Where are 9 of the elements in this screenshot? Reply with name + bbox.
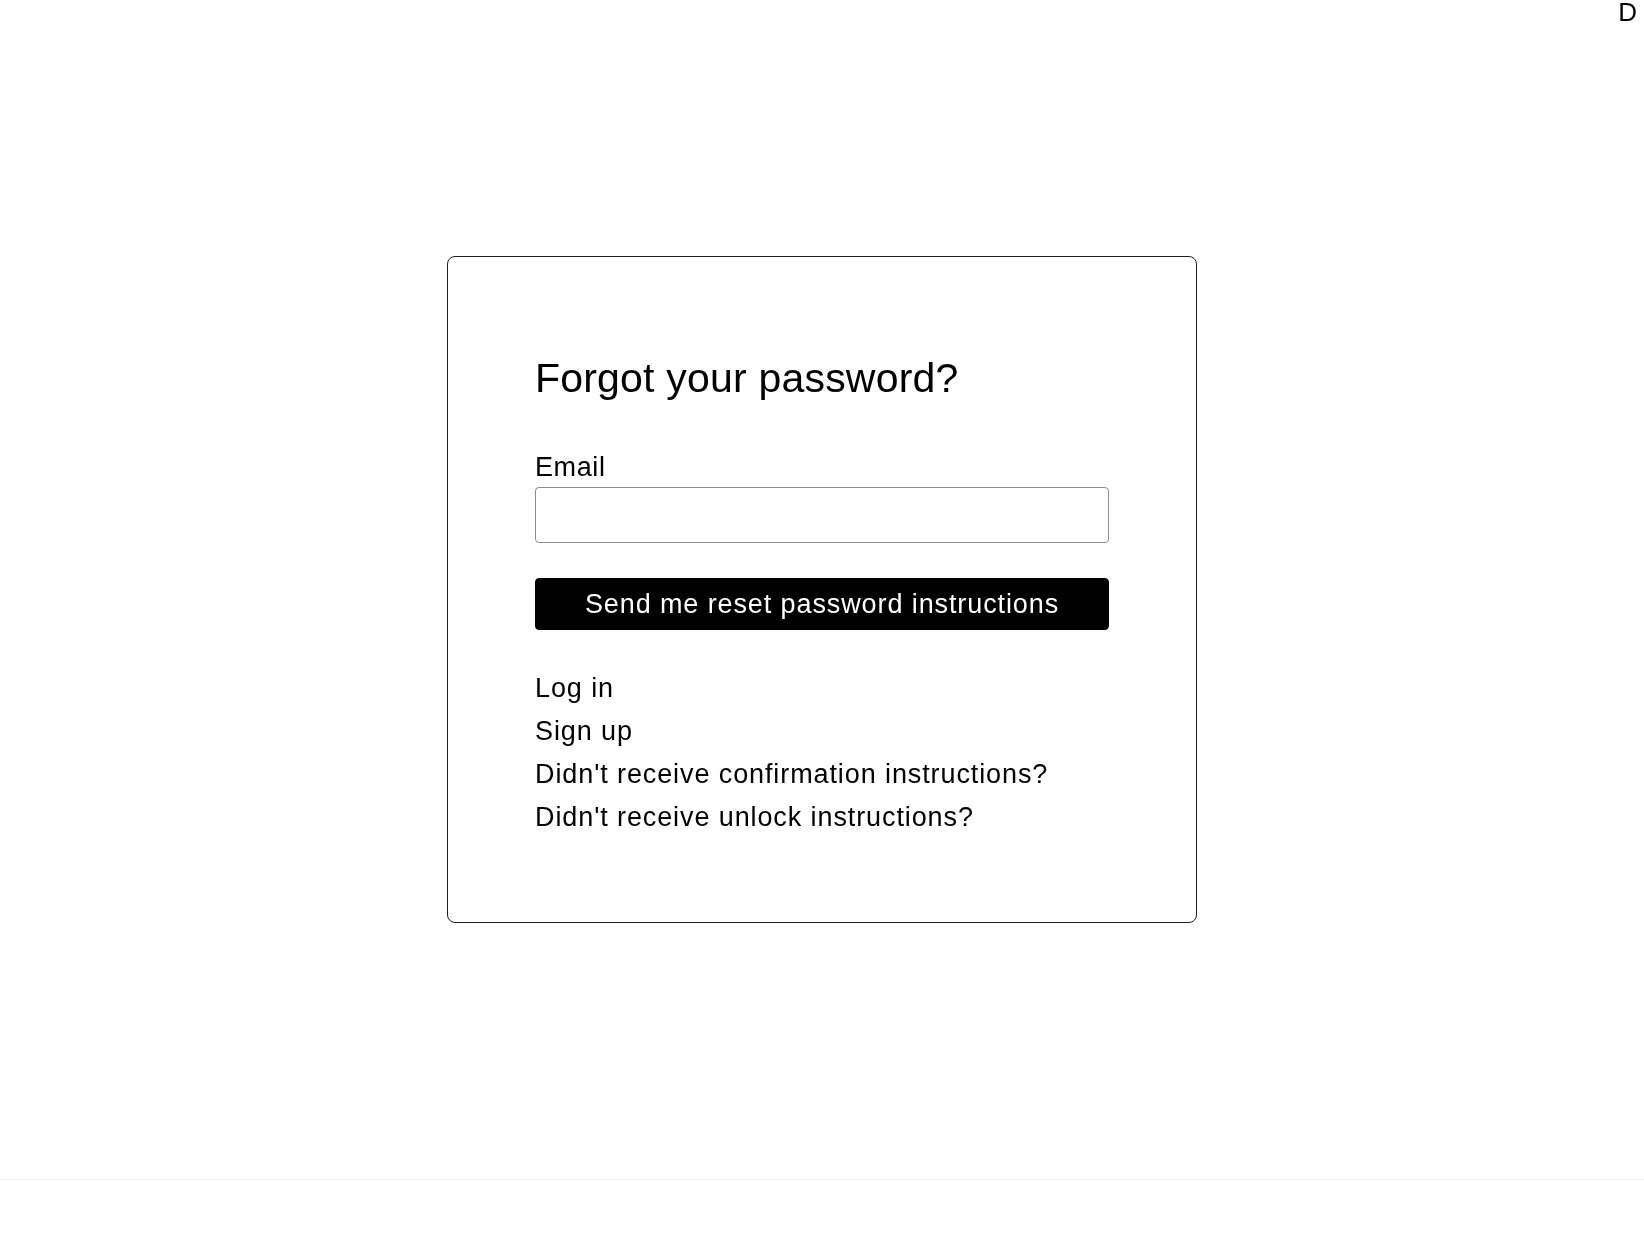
submit-button[interactable]: Send me reset password instructions (535, 578, 1109, 630)
auth-link[interactable]: Didn't receive unlock instructions? (535, 796, 974, 839)
auth-link[interactable]: Sign up (535, 710, 633, 753)
header-text: D (1618, 0, 1637, 24)
auth-link[interactable]: Log in (535, 667, 614, 710)
form-title: Forgot your password? (535, 354, 960, 402)
field-label: Email (535, 451, 606, 483)
email-input[interactable] (535, 487, 1109, 543)
auth-link[interactable]: Didn't receive confirmation instructions? (535, 753, 1049, 796)
